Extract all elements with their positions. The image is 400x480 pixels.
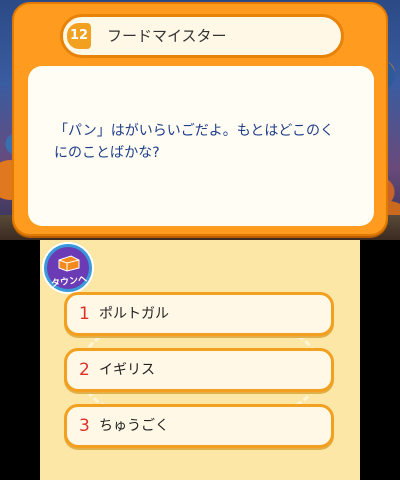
- bottom-screen: タウンへ 1 ポルトガル 2 イギリス 3 ちゅうごく: [40, 240, 360, 480]
- answer-button-2[interactable]: 2 イギリス: [64, 348, 334, 392]
- town-icon: [58, 255, 80, 272]
- answer-number: 3: [79, 416, 90, 436]
- top-screen: 12 フードマイスター 「パン」はがいらいごだよ。もとはどこのく にのことばかな…: [0, 0, 400, 240]
- answer-button-3[interactable]: 3 ちゅうごく: [64, 404, 334, 448]
- quiz-panel: 12 フードマイスター 「パン」はがいらいごだよ。もとはどこのく にのことばかな…: [12, 2, 388, 236]
- question-number-badge: 12: [67, 23, 91, 49]
- answer-label: ポルトガル: [99, 306, 169, 322]
- answer-number: 2: [79, 360, 90, 380]
- town-button-label: タウンへ: [50, 274, 88, 290]
- question-text: 「パン」はがいらいごだよ。もとはどこのく にのことばかな?: [54, 123, 334, 161]
- town-button[interactable]: タウンへ: [44, 244, 92, 292]
- answer-button-1[interactable]: 1 ポルトガル: [64, 292, 334, 336]
- answer-number: 1: [79, 304, 90, 324]
- category-title: フードマイスター: [107, 27, 227, 45]
- category-header: 12 フードマイスター: [60, 14, 344, 58]
- answer-label: ちゅうごく: [99, 418, 169, 434]
- question-box: 「パン」はがいらいごだよ。もとはどこのく にのことばかな?: [28, 66, 374, 226]
- answer-label: イギリス: [99, 362, 155, 378]
